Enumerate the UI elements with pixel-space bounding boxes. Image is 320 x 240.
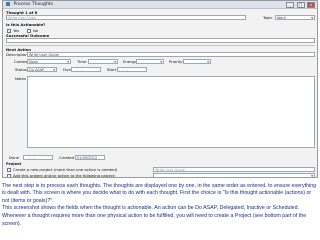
add-to-project-label: Add this project and/or action to the fo… bbox=[13, 173, 116, 178]
successful-outcome-input[interactable] bbox=[6, 38, 315, 43]
status-select[interactable]: Do ASAP bbox=[27, 67, 57, 72]
project-heading: Project bbox=[6, 161, 22, 166]
new-project-input[interactable]: Write User Guide bbox=[153, 167, 315, 172]
yes-checkbox[interactable] bbox=[7, 28, 11, 33]
new-project-label: Create a new project (more than one acti… bbox=[13, 167, 118, 172]
app-icon bbox=[6, 1, 10, 6]
due-label: Due bbox=[63, 67, 71, 72]
status-label: Status bbox=[15, 67, 28, 72]
screenshot-caption: The next step is to process each thought… bbox=[2, 183, 318, 229]
no-checkbox[interactable] bbox=[27, 28, 31, 33]
start-date-input[interactable]: __/__/____ bbox=[117, 67, 147, 72]
start-label: Start bbox=[107, 67, 117, 72]
created-label: Created bbox=[59, 155, 75, 160]
project-select[interactable] bbox=[153, 173, 315, 177]
window-title: Process Thoughts bbox=[13, 2, 53, 7]
actionable-question: Is this Actionable? bbox=[6, 22, 46, 27]
caption-paragraph-2: This screenshot shows the fields when th… bbox=[2, 205, 300, 212]
description-label: Description bbox=[6, 52, 28, 57]
section-divider bbox=[5, 45, 315, 46]
time-label: Time bbox=[77, 59, 87, 64]
topic-select[interactable]: Work bbox=[275, 15, 315, 20]
add-to-project-checkbox[interactable] bbox=[7, 173, 11, 177]
description-input[interactable]: Write User Guide bbox=[27, 52, 315, 57]
energy-label: Energy bbox=[123, 59, 137, 64]
topic-label: Topic bbox=[263, 15, 273, 20]
window-controls: _ □ × bbox=[285, 2, 315, 9]
process-thoughts-window: Process Thoughts _ □ × Thought 1 of 6 Wr… bbox=[2, 0, 318, 178]
new-project-checkbox[interactable] bbox=[7, 167, 11, 172]
caption-paragraph-1: The next step is to process each thought… bbox=[2, 183, 317, 204]
time-select[interactable] bbox=[88, 59, 118, 64]
caption-paragraph-3: Whenever a thought requires more than on… bbox=[2, 213, 307, 227]
notes-textarea[interactable] bbox=[27, 76, 315, 148]
done-label: Done bbox=[9, 155, 19, 160]
window-titlebar: Process Thoughts _ □ × bbox=[3, 1, 317, 9]
context-select[interactable]: None bbox=[27, 59, 71, 64]
notes-label: Notes bbox=[15, 76, 26, 81]
due-date-input[interactable]: __/__/____ bbox=[71, 67, 101, 72]
done-date-input[interactable]: __/__/____ bbox=[23, 155, 53, 160]
thought-input[interactable]: Write Use Guide bbox=[6, 15, 246, 20]
maximize-button[interactable]: □ bbox=[296, 2, 305, 8]
priority-label: Priority bbox=[169, 59, 183, 64]
close-button[interactable]: × bbox=[307, 2, 315, 8]
priority-select[interactable] bbox=[183, 59, 211, 64]
energy-select[interactable] bbox=[136, 59, 164, 64]
created-date-field: 01/09/2012 bbox=[75, 155, 105, 160]
minimize-button[interactable]: _ bbox=[286, 2, 295, 8]
